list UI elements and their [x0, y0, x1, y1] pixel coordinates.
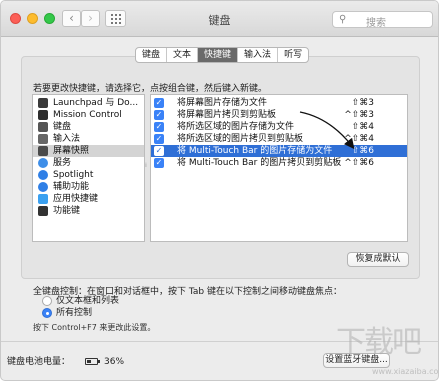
shortcut-checkbox[interactable]: ✓ [154, 158, 164, 168]
category-list: Launchpad 与 Do... Mission Control 键盘 输入法… [32, 94, 145, 242]
category-item-selected[interactable]: 屏幕快照 [33, 145, 144, 157]
shortcut-checkbox[interactable]: ✓ [154, 110, 164, 120]
radio-button-selected[interactable] [42, 308, 52, 318]
category-item[interactable]: 应用快捷键 [33, 193, 144, 205]
instructions-text: 若要更改快捷键，请选择它，点按组合键，然后键入新键。 [33, 84, 268, 94]
tab-input-sources[interactable]: 输入法 [238, 48, 279, 62]
category-item[interactable]: 辅助功能 [33, 181, 144, 193]
watermark-url: www.xiazaiba.com [372, 367, 439, 376]
battery-label: 键盘电池电量： [7, 357, 71, 367]
keyboard-control-hint: 按下 Control+F7 来更改此设置。 [33, 323, 156, 332]
shortcut-checkbox[interactable]: ✓ [154, 146, 164, 156]
app-shortcuts-icon [38, 194, 48, 204]
restore-defaults-button[interactable]: 恢复成默认 [347, 252, 409, 267]
shortcut-row[interactable]: ✓ 将屏幕图片存储为文件 ⇧⌘3 [151, 97, 407, 109]
search-field[interactable]: ⚲ 搜索 [332, 11, 433, 29]
watermark: 下载吧 www.xiazaiba.com [336, 323, 439, 378]
keyboard-battery-status: 键盘电池电量： 36% [7, 356, 124, 368]
category-item[interactable]: Mission Control [33, 109, 144, 121]
accessibility-icon [38, 182, 48, 192]
shortcut-row[interactable]: ✓ 将屏幕图片拷贝到剪贴板 ^⇧⌘3 [151, 109, 407, 121]
shortcut-checkbox[interactable]: ✓ [154, 98, 164, 108]
shortcut-keys[interactable]: ⇧⌘3 [352, 97, 374, 109]
category-item[interactable]: 功能键 [33, 205, 144, 217]
shortcut-checkbox[interactable]: ✓ [154, 122, 164, 132]
splitter-grip-icon: ⁞ [145, 162, 147, 169]
mission-control-icon [38, 110, 48, 120]
spotlight-icon [38, 170, 48, 180]
tab-dictation[interactable]: 听写 [278, 48, 308, 62]
launchpad-icon [38, 98, 48, 108]
tab-bar: 键盘 文本 快捷键 输入法 听写 [135, 47, 310, 63]
function-keys-icon [38, 206, 48, 216]
category-item[interactable]: 输入法 [33, 133, 144, 145]
search-placeholder: 搜索 [366, 18, 386, 29]
services-gear-icon [38, 158, 48, 168]
category-item[interactable]: Launchpad 与 Do... [33, 97, 144, 109]
shortcut-keys[interactable]: ⇧⌘6 [352, 145, 374, 157]
shortcut-row[interactable]: ✓ 将所选区域的图片存储为文件 ⇧⌘4 [151, 121, 407, 133]
screenshot-icon [38, 146, 48, 156]
input-source-icon [38, 134, 48, 144]
radio-button[interactable] [42, 296, 52, 306]
category-item[interactable]: 键盘 [33, 121, 144, 133]
category-item[interactable]: Spotlight [33, 169, 144, 181]
shortcut-row-selected[interactable]: ✓ 将 Multi-Touch Bar 的图片存储为文件 ⇧⌘6 [151, 145, 407, 157]
battery-percent: 36% [104, 357, 125, 367]
shortcut-keys[interactable]: ⇧⌘4 [352, 121, 374, 133]
shortcut-list: ✓ 将屏幕图片存储为文件 ⇧⌘3 ✓ 将屏幕图片拷贝到剪贴板 ^⇧⌘3 ✓ 将所… [150, 94, 408, 242]
category-item[interactable]: 服务 [33, 157, 144, 169]
shortcut-checkbox[interactable]: ✓ [154, 134, 164, 144]
magnifier-icon: ⚲ [339, 14, 347, 25]
shortcut-keys[interactable]: ^⇧⌘3 [344, 109, 374, 121]
shortcut-row[interactable]: ✓ 将所选区域的图片拷贝到剪贴板 ^⇧⌘4 [151, 133, 407, 145]
tab-text[interactable]: 文本 [167, 48, 199, 62]
watermark-logo: 下载吧 [336, 325, 422, 360]
tab-keyboard[interactable]: 键盘 [136, 48, 168, 62]
shortcut-keys[interactable]: ^⇧⌘6 [344, 157, 374, 169]
tab-shortcuts[interactable]: 快捷键 [198, 48, 239, 62]
keyboard-icon [38, 122, 48, 132]
keyboard-preferences-window: ‹ › 键盘 ⚲ 搜索 键盘 文本 快捷键 输入法 听写 若要更改快捷键，请选择… [0, 0, 439, 381]
shortcut-keys[interactable]: ^⇧⌘4 [344, 133, 374, 145]
battery-icon [85, 358, 100, 365]
title-bar: ‹ › 键盘 ⚲ 搜索 [1, 1, 438, 37]
shortcut-row[interactable]: ✓ 将 Multi-Touch Bar 的图片拷贝到剪贴板 ^⇧⌘6 [151, 157, 407, 169]
